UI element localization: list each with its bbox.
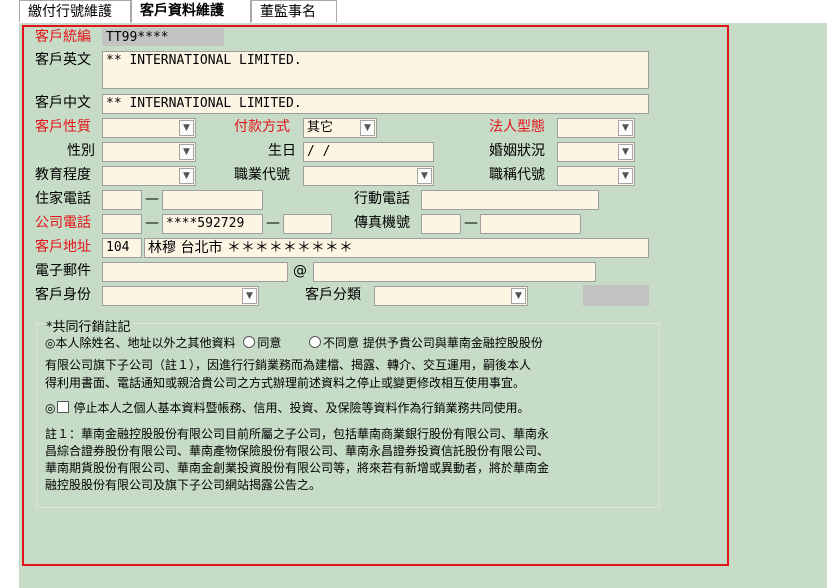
dash-separator: —	[145, 191, 159, 207]
left-margin	[0, 23, 19, 588]
address-field[interactable]: 林穆 台北市 ＊＊＊＊＊＊＊＊＊	[144, 238, 649, 258]
customer-id-label: 客戶統編	[35, 29, 91, 45]
chevron-down-icon: ▼	[618, 168, 633, 184]
tab-customer-maintenance[interactable]: 客戶資料維護	[131, 0, 251, 23]
email-domain-field[interactable]	[313, 262, 596, 282]
legal-type-select[interactable]: ▼	[557, 118, 635, 138]
chinese-name-label: 客戶中文	[35, 95, 91, 111]
payment-method-value: 其它	[307, 120, 334, 135]
education-select[interactable]: ▼	[102, 166, 196, 186]
category-label: 客戶分類	[305, 287, 361, 303]
customer-type-select[interactable]: ▼	[102, 118, 196, 138]
dash-separator: —	[464, 215, 478, 231]
job-title-label: 職稱代號	[489, 167, 545, 183]
education-label: 教育程度	[35, 167, 91, 183]
dash-separator: —	[145, 215, 159, 231]
marketing-line-1-prefix: ◎本人除姓名、地址以外之其他資料	[45, 336, 236, 350]
chevron-down-icon: ▼	[618, 144, 633, 160]
note-line-1: 註１：華南金融控股股份有限公司目前所屬之子公司，包括華南商業銀行股份有限公司、華…	[45, 427, 550, 441]
customer-type-label: 客戶性質	[35, 119, 91, 135]
marital-select[interactable]: ▼	[557, 142, 635, 162]
home-phone-label: 住家電話	[35, 191, 91, 207]
chevron-down-icon: ▼	[179, 168, 194, 184]
home-phone-number-field[interactable]	[162, 190, 263, 210]
email-label: 電子郵件	[35, 263, 91, 279]
fax-area-field[interactable]	[421, 214, 461, 234]
marketing-line-1: ◎本人除姓名、地址以外之其他資料 同意 不同意 提供予貴公司與華南金融控股股份	[45, 334, 543, 352]
company-phone-area-field[interactable]	[102, 214, 142, 234]
fax-label: 傳真機號	[354, 215, 410, 231]
legal-type-label: 法人型態	[489, 119, 545, 135]
note-line-3: 華南期貨股份有限公司、華南金創業投資股份有限公司等，將來若有新增或異動者，將於華…	[45, 461, 550, 475]
mobile-label: 行動電話	[354, 191, 410, 207]
occupation-label: 職業代號	[234, 167, 290, 183]
email-at-symbol: @	[293, 263, 307, 279]
marketing-legend: *共同行銷註記	[44, 316, 133, 335]
stop-sharing-checkbox[interactable]	[57, 401, 70, 413]
note-line-2: 昌綜合證券股份有限公司、華南產物保險股份有限公司、華南永昌證券投資信託股份有限公…	[45, 444, 550, 458]
payment-method-label: 付款方式	[234, 119, 290, 135]
birthday-label: 生日	[268, 143, 296, 159]
birthday-field[interactable]: / /	[303, 142, 434, 162]
marital-label: 婚姻狀況	[489, 143, 545, 159]
customer-id-field: TT99****	[102, 28, 224, 46]
tab-payment-maintenance[interactable]: 繳付行號維護	[19, 0, 131, 22]
company-phone-number-field[interactable]: ****592729	[162, 214, 263, 234]
stop-sharing-text: 停止本人之個人基本資料暨帳務、信用、投資、及保險等資料作為行銷業務共同使用。	[73, 401, 530, 415]
marketing-line-2: 有限公司旗下子公司（註１），因進行行銷業務而為建檔、揭露、轉介、交互運用，嗣後本…	[45, 358, 532, 372]
agree-radio[interactable]	[243, 336, 256, 348]
note-line-4: 融控股股份有限公司及旗下子公司網站揭露公告之。	[45, 478, 322, 492]
address-zip-field[interactable]: 104	[102, 238, 142, 258]
disagree-radio[interactable]	[308, 336, 321, 348]
tab-directors-list[interactable]: 董監事名單	[251, 0, 337, 42]
stop-sharing-prefix: ◎	[45, 401, 56, 415]
chevron-down-icon: ▼	[618, 120, 633, 136]
company-phone-ext-field[interactable]	[283, 214, 332, 234]
marketing-line-3: 得利用書面、電話通知或親洽貴公司之方式辦理前述資料之停止或變更修改相互使用事宜。	[45, 376, 526, 390]
mobile-field[interactable]	[421, 190, 599, 210]
identity-label: 客戶身份	[35, 287, 91, 303]
email-user-field[interactable]	[102, 262, 288, 282]
chevron-down-icon: ▼	[360, 120, 375, 136]
category-select[interactable]: ▼	[374, 286, 528, 306]
english-name-field[interactable]: ** INTERNATIONAL LIMITED.	[102, 51, 649, 89]
chevron-down-icon: ▼	[242, 288, 257, 304]
chevron-down-icon: ▼	[179, 144, 194, 160]
tab-bar: 繳付行號維護 客戶資料維護 董監事名單	[0, 0, 827, 42]
address-label: 客戶地址	[35, 239, 91, 255]
english-name-label: 客戶英文	[35, 52, 91, 68]
gender-select[interactable]: ▼	[102, 142, 196, 162]
occupation-select[interactable]: ▼	[303, 166, 434, 186]
identity-select[interactable]: ▼	[102, 286, 259, 306]
chevron-down-icon: ▼	[417, 168, 432, 184]
payment-method-select[interactable]: 其它 ▼	[303, 118, 377, 138]
stop-sharing-line: ◎ 停止本人之個人基本資料暨帳務、信用、投資、及保險等資料作為行銷業務共同使用。	[45, 399, 530, 417]
fax-number-field[interactable]	[480, 214, 581, 234]
disabled-field	[583, 285, 649, 306]
chevron-down-icon: ▼	[179, 120, 194, 136]
gender-label: 性別	[67, 143, 95, 159]
company-phone-label: 公司電話	[35, 215, 91, 231]
job-title-select[interactable]: ▼	[557, 166, 635, 186]
marketing-line-1-suffix: 提供予貴公司與華南金融控股股份	[362, 336, 543, 350]
dash-separator: —	[266, 215, 280, 231]
disagree-label: 不同意	[322, 336, 359, 350]
home-phone-area-field[interactable]	[102, 190, 142, 210]
chinese-name-field[interactable]: ** INTERNATIONAL LIMITED.	[102, 94, 649, 114]
agree-label: 同意	[257, 336, 282, 350]
chevron-down-icon: ▼	[511, 288, 526, 304]
